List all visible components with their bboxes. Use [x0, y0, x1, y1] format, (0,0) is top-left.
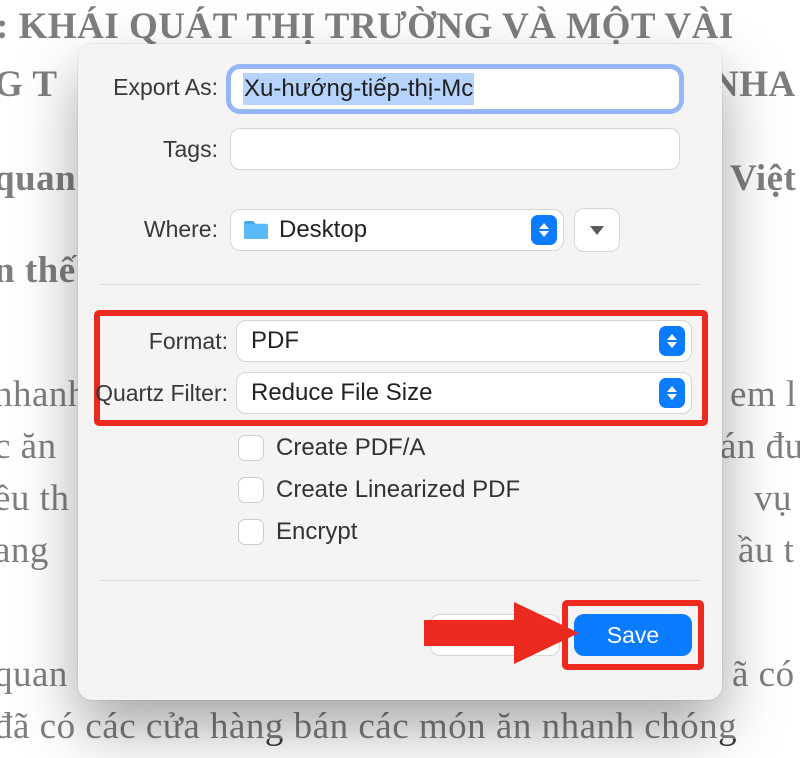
tags-label: Tags: [98, 136, 218, 163]
create-linearized-label: Create Linearized PDF [276, 476, 520, 504]
up-down-icon [659, 378, 685, 408]
create-pdfa-row[interactable]: Create PDF/A [238, 434, 425, 462]
export-as-label: Export As: [98, 74, 218, 101]
quartz-filter-select[interactable]: Reduce File Size [236, 372, 692, 414]
export-sheet: Export As: Xu-hướng-tiếp-thị-Mc Tags: Wh… [78, 44, 722, 700]
checkbox[interactable] [238, 477, 264, 503]
where-value: Desktop [279, 216, 367, 244]
divider [100, 580, 700, 581]
divider [100, 284, 700, 285]
up-down-icon [531, 215, 557, 245]
up-down-icon [659, 326, 685, 356]
expand-button[interactable] [574, 208, 620, 252]
quartz-filter-value: Reduce File Size [251, 379, 432, 407]
format-value: PDF [251, 327, 299, 355]
tags-input[interactable] [230, 128, 680, 170]
encrypt-row[interactable]: Encrypt [238, 518, 357, 546]
encrypt-label: Encrypt [276, 518, 357, 546]
checkbox[interactable] [238, 519, 264, 545]
create-pdfa-label: Create PDF/A [276, 434, 425, 462]
quartz-filter-label: Quartz Filter: [84, 380, 228, 407]
chevron-down-icon [590, 226, 604, 235]
format-label: Format: [98, 328, 228, 355]
highlight-save-box [562, 600, 704, 670]
format-select[interactable]: PDF [236, 320, 692, 362]
where-popup[interactable]: Desktop [230, 209, 564, 251]
create-linearized-row[interactable]: Create Linearized PDF [238, 476, 520, 504]
where-label: Where: [98, 216, 218, 243]
checkbox[interactable] [238, 435, 264, 461]
cancel-button[interactable]: Cancel [430, 614, 560, 656]
folder-icon [243, 220, 269, 240]
export-as-input[interactable]: Xu-hướng-tiếp-thị-Mc [230, 68, 680, 110]
